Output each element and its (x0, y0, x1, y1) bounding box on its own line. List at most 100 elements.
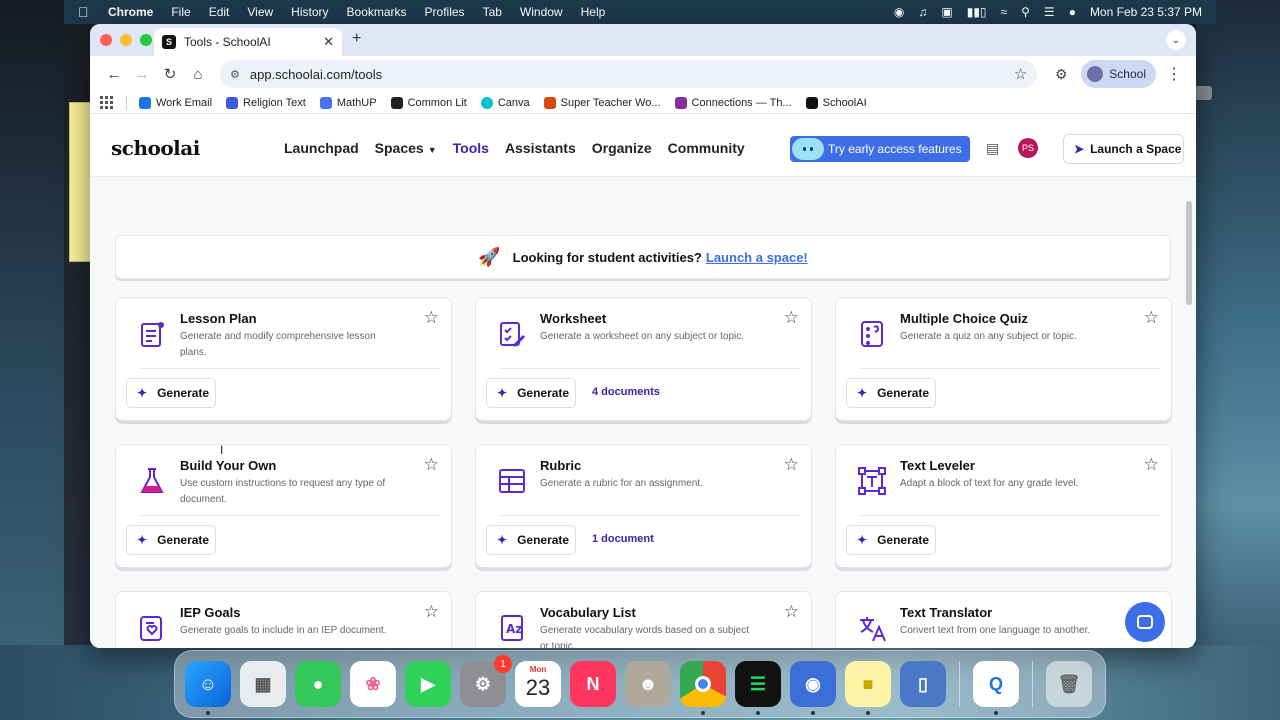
generate-button[interactable]: ✦ Generate (846, 378, 936, 408)
tab-schoolai-tools[interactable]: S Tools - SchoolAI ✕ (154, 28, 342, 56)
control-center-icon[interactable]: ☰ (1044, 5, 1055, 19)
favorite-star-icon[interactable]: ☆ (1144, 308, 1159, 328)
menu-history[interactable]: History (291, 5, 328, 19)
menu-profiles[interactable]: Profiles (425, 5, 465, 19)
bookmark-connections[interactable]: Connections — Th... (674, 96, 792, 109)
battery-icon[interactable]: ▮▮▯ (967, 5, 987, 19)
address-bar[interactable]: ⚙ app.schoolai.com/tools ☆ (220, 60, 1038, 88)
dock-contacts-icon[interactable]: ☻ (625, 661, 671, 707)
headphones-icon[interactable]: ♫ (918, 5, 927, 19)
tool-card-text-leveler[interactable]: Text Leveler Adapt a block of text for a… (835, 444, 1172, 568)
dock-screen-recorder-icon[interactable]: ◉ (790, 661, 836, 715)
user-avatar[interactable]: PS (1018, 138, 1038, 158)
display-icon[interactable]: ▣ (941, 5, 952, 19)
bookmark-schoolai[interactable]: SchoolAI (805, 96, 867, 109)
bookmark-work-email[interactable]: Work Email (139, 96, 212, 109)
zoom-window-button[interactable] (140, 34, 152, 46)
tool-card-iep-goals[interactable]: IEP Goals Generate goals to include in a… (115, 591, 452, 648)
dock-iphone-mirroring-icon[interactable]: ▯ (900, 661, 946, 707)
dock-launchpad-icon[interactable]: ▦ (240, 661, 286, 707)
forward-arrow-icon[interactable]: → (128, 66, 156, 83)
tool-card-lesson-plan[interactable]: Lesson Plan Generate and modify comprehe… (115, 297, 452, 421)
menu-edit[interactable]: Edit (209, 5, 230, 19)
minimize-window-button[interactable] (120, 34, 132, 46)
favorite-star-icon[interactable]: ☆ (424, 308, 439, 328)
bookmark-star-icon[interactable]: ☆ (1014, 65, 1027, 83)
generate-button[interactable]: ✦ Generate (846, 525, 936, 555)
launch-space-link[interactable]: Launch a space! (706, 250, 808, 265)
tool-card-text-translator[interactable]: Text Translator Convert text from one la… (835, 591, 1172, 648)
dock-settings-icon[interactable]: ⚙ 1 (460, 655, 512, 707)
menu-help[interactable]: Help (581, 5, 606, 19)
menu-view[interactable]: View (247, 5, 273, 19)
spotlight-icon[interactable]: ⚲ (1021, 5, 1030, 19)
url-text[interactable]: app.schoolai.com/tools (250, 67, 382, 82)
favorite-star-icon[interactable]: ☆ (784, 455, 799, 475)
menu-window[interactable]: Window (520, 5, 563, 19)
wifi-icon[interactable]: ≈ (1001, 5, 1008, 19)
tab-search-chevron-icon[interactable]: ⌄ (1166, 30, 1186, 50)
dock-photos-icon[interactable]: ❀ (350, 661, 396, 707)
bookmark-canva[interactable]: Canva (480, 96, 530, 109)
close-window-button[interactable] (100, 34, 112, 46)
launch-space-button[interactable]: ➤ Launch a Space (1063, 134, 1184, 164)
new-tab-icon[interactable]: + (352, 30, 361, 48)
site-settings-icon[interactable]: ⚙ (230, 68, 240, 81)
nav-spaces[interactable]: Spaces ▼ (375, 140, 437, 156)
page-scrollbar[interactable] (1186, 201, 1192, 305)
early-access-button[interactable]: Try early access features (790, 136, 970, 162)
favorite-star-icon[interactable]: ☆ (424, 602, 439, 622)
building-icon[interactable]: ▤ (986, 140, 999, 157)
tool-card-vocabulary-list[interactable]: Az Vocabulary List Generate vocabulary w… (475, 591, 812, 648)
dock-stickies-icon[interactable]: ■ (845, 661, 891, 715)
apps-grid-icon[interactable] (100, 95, 114, 110)
menu-tab[interactable]: Tab (483, 5, 502, 19)
generate-button[interactable]: ✦ Generate (126, 378, 216, 408)
back-arrow-icon[interactable]: ← (100, 66, 128, 83)
nav-organize[interactable]: Organize (592, 140, 652, 156)
reload-icon[interactable]: ↻ (156, 65, 184, 83)
favorite-star-icon[interactable]: ☆ (784, 602, 799, 622)
menubar-clock[interactable]: Mon Feb 23 5:37 PM (1090, 5, 1202, 19)
home-icon[interactable]: ⌂ (184, 66, 212, 83)
menu-file[interactable]: File (171, 5, 190, 19)
dock-news-icon[interactable]: N (570, 661, 616, 707)
bookmark-religion-text[interactable]: Religion Text (226, 96, 306, 109)
record-icon[interactable]: ◉ (894, 5, 904, 19)
dock-chrome-icon[interactable] (680, 661, 726, 715)
bookmark-mathup[interactable]: MathUP (319, 96, 377, 109)
bookmark-super-teacher[interactable]: Super Teacher Wo... (543, 96, 661, 109)
nav-tools[interactable]: Tools (453, 140, 489, 156)
siri-icon[interactable]: ● (1069, 5, 1076, 19)
menu-app-name[interactable]: Chrome (108, 5, 153, 19)
close-tab-icon[interactable]: ✕ (323, 34, 334, 50)
chat-support-button[interactable] (1125, 602, 1165, 642)
dock-facetime-icon[interactable]: ▶ (405, 661, 451, 707)
nav-community[interactable]: Community (668, 140, 745, 156)
favorite-star-icon[interactable]: ☆ (1144, 455, 1159, 475)
nav-launchpad[interactable]: Launchpad (284, 140, 359, 156)
chrome-menu-icon[interactable]: ⋮ (1162, 64, 1186, 84)
dock-calendar-icon[interactable]: Mon 23 (515, 661, 561, 707)
generate-button[interactable]: ✦ Generate (486, 525, 576, 555)
documents-count-link[interactable]: 4 documents (592, 386, 660, 398)
tool-card-build-your-own[interactable]: Build Your Own Use custom instructions t… (115, 444, 452, 568)
dock-spotify-icon[interactable]: ☰ (735, 661, 781, 715)
nav-assistants[interactable]: Assistants (505, 140, 576, 156)
schoolai-logo[interactable]: schoolai (111, 136, 200, 160)
dock-quicktime-icon[interactable]: Q (973, 661, 1019, 715)
apple-menu-icon[interactable]:  (78, 4, 108, 20)
dock-messages-icon[interactable]: ● (295, 661, 341, 707)
extensions-puzzle-icon[interactable]: ⚙ (1047, 66, 1075, 83)
menu-bookmarks[interactable]: Bookmarks (347, 5, 407, 19)
tool-card-worksheet[interactable]: Worksheet Generate a worksheet on any su… (475, 297, 812, 421)
tool-card-rubric[interactable]: Rubric Generate a rubric for an assignme… (475, 444, 812, 568)
generate-button[interactable]: ✦ Generate (126, 525, 216, 555)
dock-finder-icon[interactable]: ☺ (185, 661, 231, 715)
bookmark-common-lit[interactable]: Common Lit (390, 96, 467, 109)
documents-count-link[interactable]: 1 document (592, 533, 654, 545)
favorite-star-icon[interactable]: ☆ (784, 308, 799, 328)
dock-trash-icon[interactable]: 🗑 (1046, 661, 1092, 707)
profile-button[interactable]: School (1081, 60, 1156, 88)
generate-button[interactable]: ✦ Generate (486, 378, 576, 408)
